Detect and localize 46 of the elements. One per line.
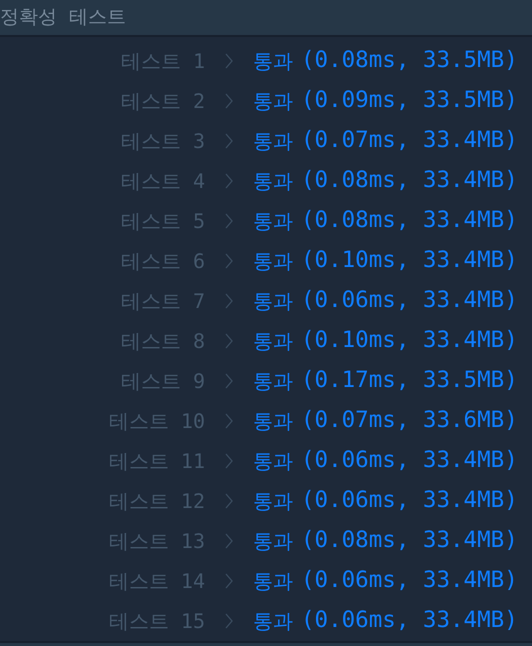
chevron-icon (225, 173, 233, 189)
result-status: 통과 (253, 248, 293, 275)
result-status: 통과 (253, 408, 293, 435)
chevron-icon (225, 493, 233, 509)
section-title: 정확성 테스트 (0, 5, 126, 30)
chevron-icon (225, 133, 233, 149)
result-status: 통과 (253, 488, 293, 515)
chevron-icon (225, 573, 233, 589)
chevron-icon (225, 53, 233, 69)
result-detail: (0.10ms, 33.4MB) (301, 246, 518, 276)
result-status: 통과 (253, 448, 293, 475)
result-detail: (0.08ms, 33.4MB) (301, 206, 518, 236)
result-detail: (0.06ms, 33.4MB) (301, 446, 518, 476)
chevron-icon (225, 333, 233, 349)
result-detail: (0.07ms, 33.4MB) (301, 126, 518, 156)
result-status: 통과 (253, 128, 293, 155)
chevron-icon (225, 453, 233, 469)
result-detail: (0.08ms, 33.5MB) (301, 46, 518, 76)
result-status: 통과 (253, 528, 293, 555)
result-status: 통과 (253, 368, 293, 395)
result-detail: (0.09ms, 33.5MB) (301, 86, 518, 116)
result-status: 통과 (253, 168, 293, 195)
chevron-icon (225, 253, 233, 269)
result-detail: (0.17ms, 33.5MB) (301, 366, 518, 396)
chevron-icon (225, 533, 233, 549)
result-detail: (0.06ms, 33.4MB) (301, 286, 518, 316)
chevron-icon (225, 93, 233, 109)
chevron-icon (225, 373, 233, 389)
result-status: 통과 (253, 608, 293, 635)
result-detail: (0.06ms, 33.4MB) (301, 606, 518, 636)
result-detail: (0.07ms, 33.6MB) (301, 406, 518, 436)
chevron-icon (225, 613, 233, 629)
result-detail: (0.08ms, 33.4MB) (301, 526, 518, 556)
result-detail: (0.10ms, 33.4MB) (301, 326, 518, 356)
chevron-icon (225, 293, 233, 309)
result-status: 통과 (253, 88, 293, 115)
chevron-icon (225, 213, 233, 229)
result-detail: (0.06ms, 33.4MB) (301, 566, 518, 596)
result-status: 통과 (253, 208, 293, 235)
result-status: 통과 (253, 328, 293, 355)
chevron-icon (225, 413, 233, 429)
result-status: 통과 (253, 288, 293, 315)
result-detail: (0.06ms, 33.4MB) (301, 486, 518, 516)
result-detail: (0.08ms, 33.4MB) (301, 166, 518, 196)
result-status: 통과 (253, 568, 293, 595)
result-status: 통과 (253, 48, 293, 75)
